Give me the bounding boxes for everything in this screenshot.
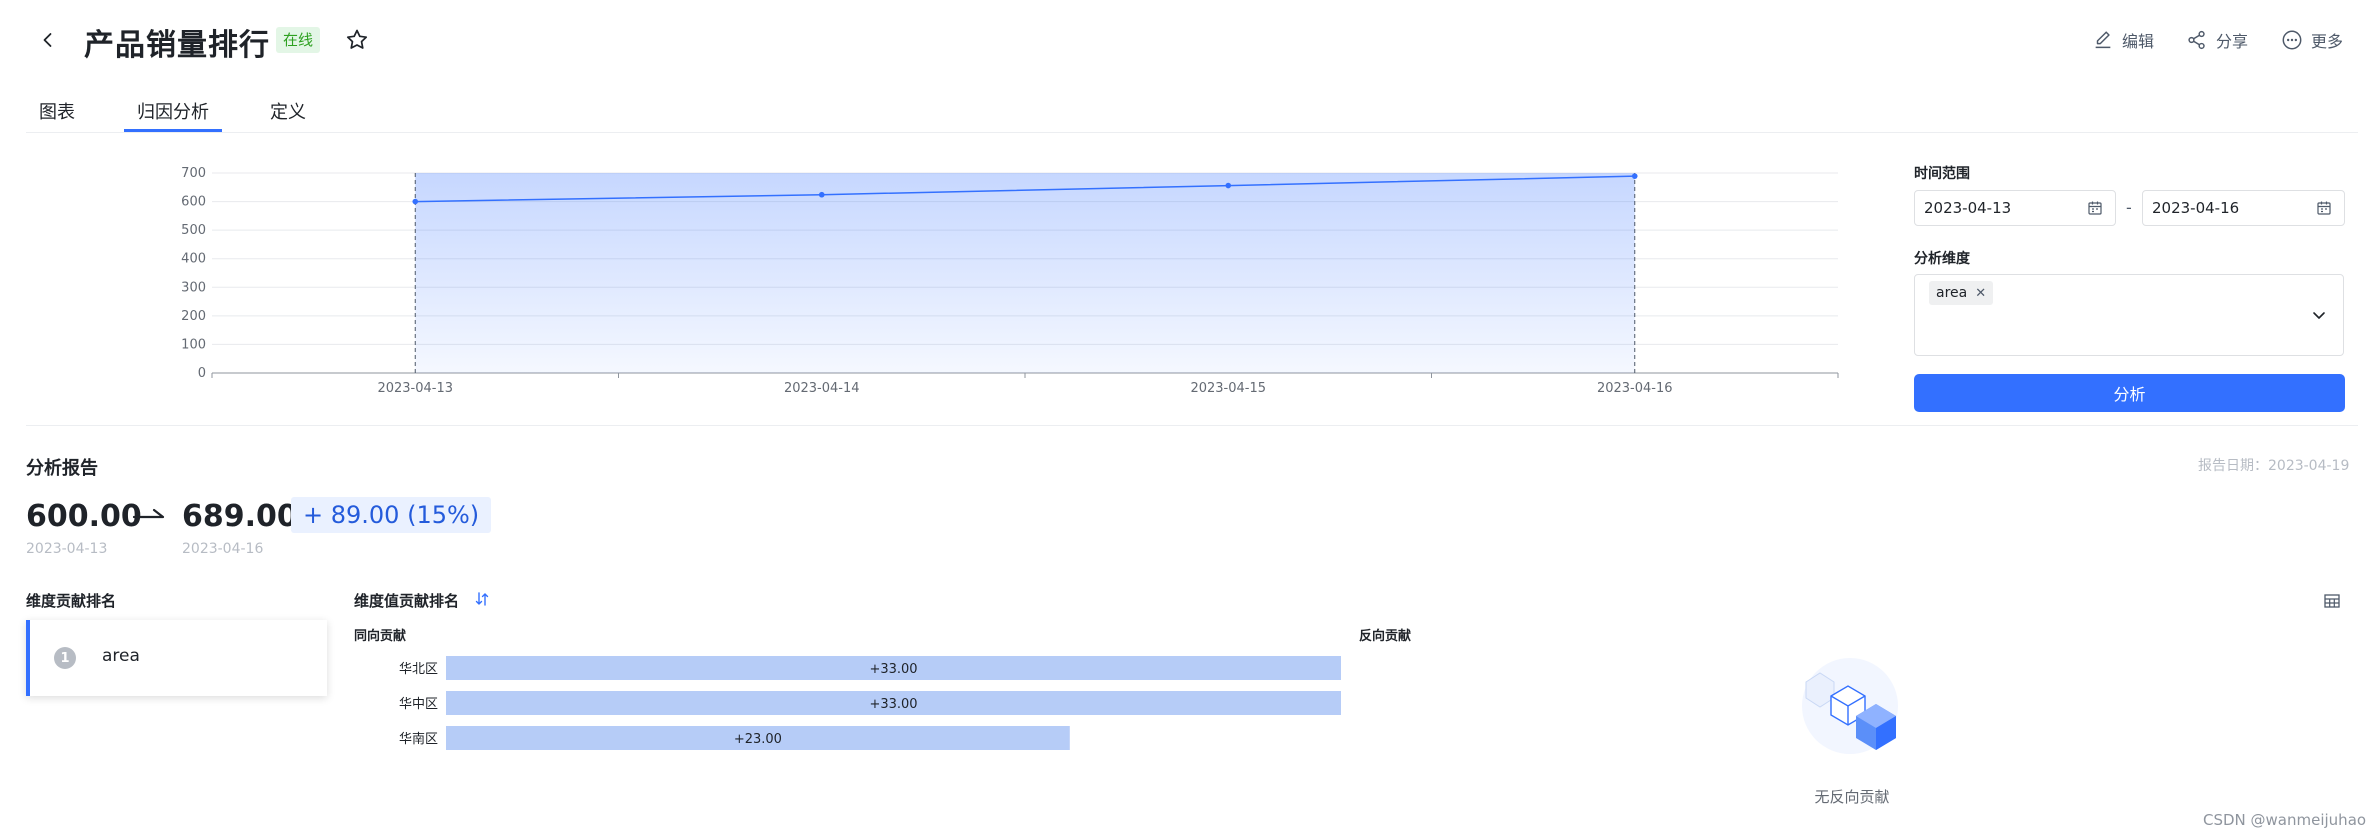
bar-category-label: 华南区 — [399, 731, 438, 747]
more-label: 更多 — [2311, 32, 2344, 51]
bar-category-label: 华北区 — [399, 662, 438, 677]
chevron-down-icon — [2313, 312, 2325, 319]
more-button[interactable]: 更多 — [2281, 28, 2343, 52]
favorite-button[interactable] — [344, 27, 370, 53]
bar-value-label: +23.00 — [734, 732, 782, 747]
start-date-input[interactable]: 2023-04-13 — [1914, 190, 2116, 226]
end-date-caption: 2023-04-16 — [182, 541, 264, 557]
table-icon[interactable] — [2323, 592, 2341, 610]
calendar-icon — [2317, 201, 2331, 215]
x-tick-label: 2023-04-16 — [1597, 381, 1673, 396]
more-icon — [2282, 30, 2302, 50]
analyze-button[interactable]: 分析 — [1914, 374, 2345, 412]
share-button[interactable]: 分享 — [2186, 28, 2248, 52]
dimension-ranking-title: 维度贡献排名 — [26, 592, 117, 610]
bar-value-label: +33.00 — [869, 662, 917, 677]
empty-box-icon — [1802, 658, 1898, 754]
watermark: CSDN @wanmeijuhao — [2203, 811, 2367, 829]
dimension-label: 分析维度 — [1914, 251, 1970, 267]
y-tick-label: 600 — [181, 195, 206, 210]
edit-button[interactable]: 编辑 — [2092, 28, 2154, 52]
report-date: 报告日期：2023-04-19 — [2198, 458, 2350, 474]
share-icon — [2188, 30, 2205, 50]
data-point — [1225, 182, 1232, 189]
y-tick-label: 100 — [181, 337, 206, 352]
value-ranking-title: 维度值贡献排名 — [354, 592, 460, 610]
y-tick-label: 200 — [181, 309, 206, 324]
date-separator: - — [2126, 198, 2132, 217]
tab-chart[interactable]: 图表 — [39, 98, 75, 124]
chevron-left-icon — [43, 33, 52, 47]
selected-range-area — [415, 173, 1635, 373]
dimension-ranking-item[interactable]: 1 area — [26, 620, 327, 696]
x-tick-label: 2023-04-15 — [1190, 381, 1266, 396]
dimension-tag-label: area — [1936, 285, 1968, 301]
end-value: 689.00 — [182, 499, 298, 534]
remove-tag-icon[interactable]: ✕ — [1975, 286, 1986, 301]
tab-attribution[interactable]: 归因分析 — [137, 98, 209, 124]
contribution-bar-chart: 华北区 +33.00 华中区 +33.00 华南区 +23.00 — [399, 656, 1341, 750]
dimension-name: area — [102, 646, 140, 666]
dimension-tag: area ✕ — [1929, 281, 1994, 305]
page-title: 产品销量排行 — [84, 28, 270, 63]
report-title: 分析报告 — [26, 458, 98, 479]
positive-contribution-label: 同向贡献 — [354, 629, 407, 644]
y-tick-label: 500 — [181, 223, 206, 238]
trend-chart: 0 100 200 300 400 500 600 700 2023-04-13 2023-04-… — [181, 166, 1839, 396]
active-tab-indicator — [124, 129, 222, 132]
tabs-divider — [26, 132, 2358, 133]
negative-contribution-label: 反向贡献 — [1359, 629, 1412, 644]
dimension-select[interactable]: area ✕ — [1914, 274, 2344, 356]
tab-definition[interactable]: 定义 — [270, 98, 306, 124]
time-range-label: 时间范围 — [1914, 166, 1970, 182]
end-date-value: 2023-04-16 — [2152, 199, 2240, 217]
x-tick-label: 2023-04-14 — [784, 381, 860, 396]
start-date-caption: 2023-04-13 — [26, 541, 108, 557]
chart-divider — [26, 425, 2358, 426]
sort-icon[interactable] — [474, 591, 490, 607]
edit-label: 编辑 — [2122, 32, 2155, 51]
calendar-icon — [2088, 201, 2102, 215]
empty-state-text: 无反向贡献 — [1814, 788, 1890, 806]
share-label: 分享 — [2216, 32, 2249, 51]
star-icon — [346, 29, 368, 49]
edit-icon — [2095, 31, 2111, 49]
data-point — [412, 198, 419, 205]
bar-value-label: +33.00 — [869, 697, 917, 712]
y-tick-label: 400 — [181, 252, 206, 267]
start-date-value: 2023-04-13 — [1924, 199, 2012, 217]
y-tick-label: 0 — [198, 366, 206, 381]
end-date-input[interactable]: 2023-04-16 — [2142, 190, 2345, 226]
bar-category-label: 华中区 — [399, 697, 438, 712]
y-tick-label: 300 — [181, 280, 206, 295]
data-point — [1631, 173, 1638, 179]
x-tick-label: 2023-04-13 — [377, 381, 453, 396]
y-tick-label: 700 — [181, 166, 206, 181]
rank-badge: 1 — [54, 647, 76, 669]
arrow-right-icon — [132, 508, 165, 519]
back-button[interactable] — [36, 28, 60, 52]
delta-badge: + 89.00 (15%) — [291, 497, 492, 533]
data-point — [818, 191, 825, 198]
status-badge: 在线 — [276, 27, 321, 53]
start-value: 600.00 — [26, 499, 142, 534]
